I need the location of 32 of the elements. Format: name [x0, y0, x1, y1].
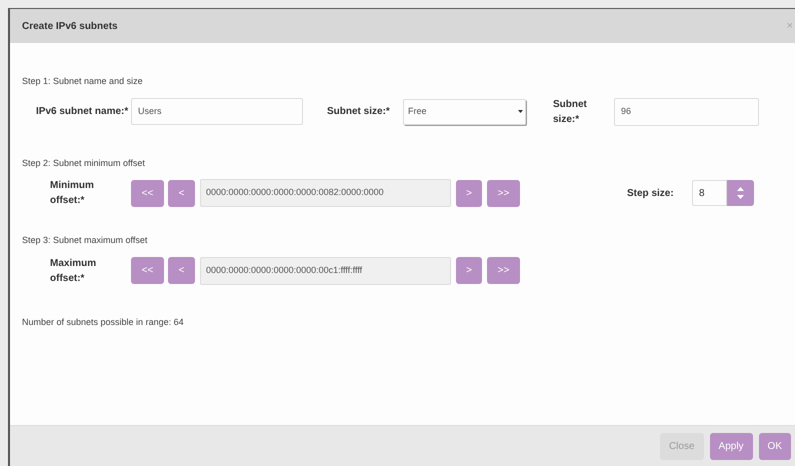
- field-label: IPv6 subnet name:*: [35, 105, 130, 119]
- last-button[interactable]: >>: [487, 180, 520, 206]
- subnet-size-field[interactable]: 96: [614, 98, 759, 126]
- offset-field[interactable]: 0000:0000:0000:0000:0000:00c1:ffff:ffff: [200, 256, 451, 284]
- previous-button[interactable]: <: [168, 180, 195, 206]
- window-title: Create IPv6 subnets: [22, 20, 118, 34]
- footer-button[interactable]: OK: [758, 432, 791, 460]
- footer-button[interactable]: Close: [660, 432, 704, 460]
- step-heading: Step 3: Subnet maximum offset: [22, 234, 148, 247]
- next-button[interactable]: >: [456, 257, 482, 284]
- field-label: Step size:: [627, 186, 675, 200]
- spinner-arrows-icon: [737, 187, 744, 199]
- dropdown-arrow-icon: [518, 110, 523, 113]
- field-label: Subnet size:*: [327, 105, 391, 119]
- last-button[interactable]: >>: [487, 257, 520, 284]
- subnet-type-select[interactable]: Free: [403, 98, 526, 124]
- field-label: Maximum offset:*: [49, 256, 98, 286]
- first-button[interactable]: <<: [131, 257, 164, 284]
- spinner-button[interactable]: [727, 180, 754, 206]
- previous-button[interactable]: <: [168, 257, 195, 284]
- subnet-count-text: Number of subnets possible in range: 64: [22, 316, 185, 329]
- footer-button[interactable]: Apply: [710, 432, 753, 460]
- subnet-name-field[interactable]: Users: [131, 98, 303, 125]
- offset-field[interactable]: 0000:0000:0000:0000:0000:0082:0000:0000: [200, 179, 451, 207]
- first-button[interactable]: <<: [131, 180, 164, 206]
- step-heading: Step 1: Subnet name and size: [22, 75, 144, 88]
- close-button[interactable]: ×: [786, 18, 793, 34]
- step-heading: Step 2: Subnet minimum offset: [22, 156, 146, 170]
- step-size-field[interactable]: 8: [692, 180, 727, 206]
- field-label: Subnet size:*: [553, 98, 588, 126]
- next-button[interactable]: >: [456, 180, 482, 206]
- field-label: Minimum offset:*: [49, 179, 95, 208]
